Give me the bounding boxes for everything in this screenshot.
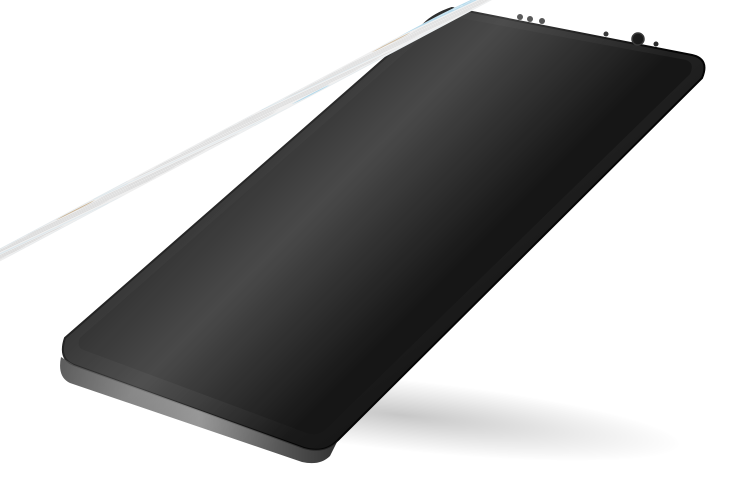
- sensor-icon: [653, 41, 659, 47]
- sensor-icon: [527, 16, 533, 22]
- sensor-icon: [603, 31, 609, 37]
- front-camera-icon: [631, 32, 645, 46]
- sensor-icon: [539, 18, 545, 24]
- product-mockup: History: [0, 0, 750, 500]
- phone-device: [60, 6, 706, 464]
- sensor-icon: [517, 14, 523, 20]
